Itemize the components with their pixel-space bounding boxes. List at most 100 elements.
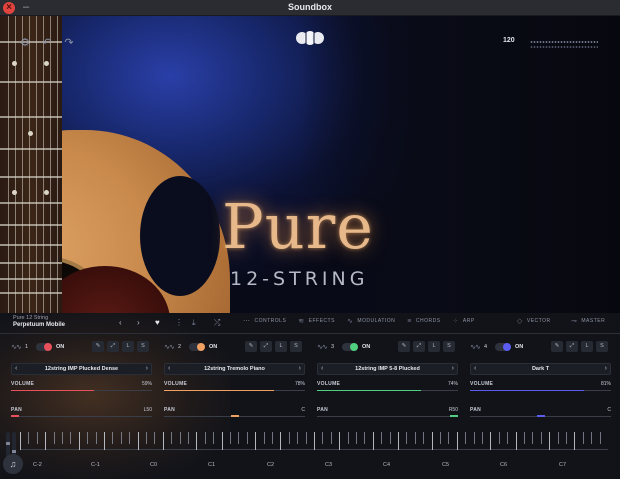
piano-key[interactable]	[558, 432, 559, 444]
expand-icon[interactable]: ⤢	[413, 341, 425, 352]
tune-icon[interactable]: ✎	[92, 341, 104, 352]
tempo-display[interactable]: 120	[503, 37, 515, 44]
piano-key[interactable]	[532, 432, 533, 444]
piano-key[interactable]	[154, 432, 155, 444]
patch-selector[interactable]: ‹ 12string IMP 5-8 Plucked ›	[317, 363, 458, 375]
patch-next-button[interactable]: ›	[605, 365, 607, 372]
patch-selector[interactable]: ‹ Dark T ›	[470, 363, 611, 375]
piano-key[interactable]	[314, 432, 315, 450]
expand-icon[interactable]: ⤢	[260, 341, 272, 352]
piano-key[interactable]	[524, 432, 525, 444]
piano-key[interactable]	[70, 432, 71, 444]
piano-key[interactable]	[264, 432, 265, 444]
piano-key[interactable]	[171, 432, 172, 444]
piano-key[interactable]	[247, 432, 248, 444]
piano-key[interactable]	[28, 432, 29, 444]
volume-slider[interactable]	[317, 390, 458, 391]
piano-key[interactable]	[356, 432, 357, 444]
piano-key[interactable]	[364, 432, 365, 444]
patch-prev-button[interactable]: ‹	[15, 365, 17, 372]
piano-key[interactable]	[79, 432, 80, 450]
preset-prev-button[interactable]: ‹	[119, 318, 122, 327]
piano-key[interactable]	[129, 432, 130, 444]
tab-vector[interactable]: ◇ VECTOR	[517, 317, 551, 325]
piano-key[interactable]	[423, 432, 424, 444]
keyboard[interactable]	[20, 432, 608, 450]
piano-key[interactable]	[541, 432, 542, 444]
piano-key[interactable]	[516, 432, 517, 450]
mod-wheel[interactable]	[12, 432, 16, 456]
layer-l-button[interactable]: L	[275, 341, 287, 352]
piano-key[interactable]	[306, 432, 307, 444]
tune-icon[interactable]: ✎	[245, 341, 257, 352]
piano-key[interactable]	[406, 432, 407, 444]
tab-modulation[interactable]: ∿ MODULATION	[347, 317, 395, 325]
piano-key[interactable]	[490, 432, 491, 450]
layer-l-button[interactable]: L	[428, 341, 440, 352]
piano-key[interactable]	[138, 432, 139, 450]
volume-slider[interactable]	[470, 390, 611, 391]
piano-key[interactable]	[549, 432, 550, 450]
patch-next-button[interactable]: ›	[299, 365, 301, 372]
piano-key[interactable]	[188, 432, 189, 444]
patch-selector[interactable]: ‹ 12string IMP Plucked Dense ›	[11, 363, 152, 375]
tab-chords[interactable]: ≡ CHORDS	[407, 317, 440, 325]
piano-key[interactable]	[121, 432, 122, 444]
piano-key[interactable]	[297, 432, 298, 444]
more-options-icon[interactable]: ⋮	[175, 318, 183, 327]
piano-key[interactable]	[20, 432, 21, 450]
layer-s-button[interactable]: S	[290, 341, 302, 352]
layer-power-toggle[interactable]	[36, 343, 52, 351]
layer-l-button[interactable]: L	[581, 341, 593, 352]
patch-prev-button[interactable]: ‹	[474, 365, 476, 372]
preset-next-button[interactable]: ›	[137, 318, 140, 327]
patch-next-button[interactable]: ›	[146, 365, 148, 372]
piano-key[interactable]	[104, 432, 105, 450]
favorite-heart-icon[interactable]: ♥	[155, 318, 160, 327]
piano-key[interactable]	[289, 432, 290, 444]
pan-slider[interactable]	[470, 415, 611, 417]
layer-power-toggle[interactable]	[189, 343, 205, 351]
piano-key[interactable]	[230, 432, 231, 444]
volume-slider[interactable]	[11, 390, 152, 391]
piano-key[interactable]	[448, 432, 449, 444]
patch-prev-button[interactable]: ‹	[321, 365, 323, 372]
piano-key[interactable]	[415, 432, 416, 444]
tab-controls[interactable]: ⋯ CONTROLS	[243, 317, 286, 325]
tab-arp[interactable]: ⁘ ARP	[453, 317, 475, 325]
layer-l-button[interactable]: L	[122, 341, 134, 352]
piano-key[interactable]	[390, 432, 391, 444]
piano-key[interactable]	[213, 432, 214, 444]
piano-key[interactable]	[339, 432, 340, 450]
tab-effects[interactable]: ≋ EFFECTS	[298, 317, 335, 325]
piano-key[interactable]	[583, 432, 584, 444]
tune-icon[interactable]: ✎	[551, 341, 563, 352]
piano-key[interactable]	[163, 432, 164, 450]
piano-key[interactable]	[381, 432, 382, 444]
pan-slider[interactable]	[164, 415, 305, 417]
piano-key[interactable]	[373, 432, 374, 450]
piano-key[interactable]	[499, 432, 500, 444]
piano-key[interactable]	[280, 432, 281, 450]
piano-key[interactable]	[87, 432, 88, 444]
piano-key[interactable]	[566, 432, 567, 444]
piano-key[interactable]	[474, 432, 475, 444]
save-icon[interactable]: ⤓	[192, 318, 196, 328]
layer-power-toggle[interactable]	[495, 343, 511, 351]
layer-s-button[interactable]: S	[137, 341, 149, 352]
patch-selector[interactable]: ‹ 12string Tremolo Piano ›	[164, 363, 305, 375]
layer-s-button[interactable]: S	[443, 341, 455, 352]
piano-key[interactable]	[591, 432, 592, 444]
piano-key[interactable]	[432, 432, 433, 450]
volume-slider[interactable]	[164, 390, 305, 391]
piano-key[interactable]	[54, 432, 55, 444]
piano-key[interactable]	[465, 432, 466, 444]
randomize-icon[interactable]: ⤮	[214, 318, 220, 328]
layer-power-toggle[interactable]	[342, 343, 358, 351]
expand-icon[interactable]: ⤢	[566, 341, 578, 352]
piano-key[interactable]	[255, 432, 256, 450]
piano-key[interactable]	[222, 432, 223, 450]
piano-key[interactable]	[398, 432, 399, 450]
piano-key[interactable]	[62, 432, 63, 444]
redo-icon[interactable]: ↷	[62, 36, 76, 50]
